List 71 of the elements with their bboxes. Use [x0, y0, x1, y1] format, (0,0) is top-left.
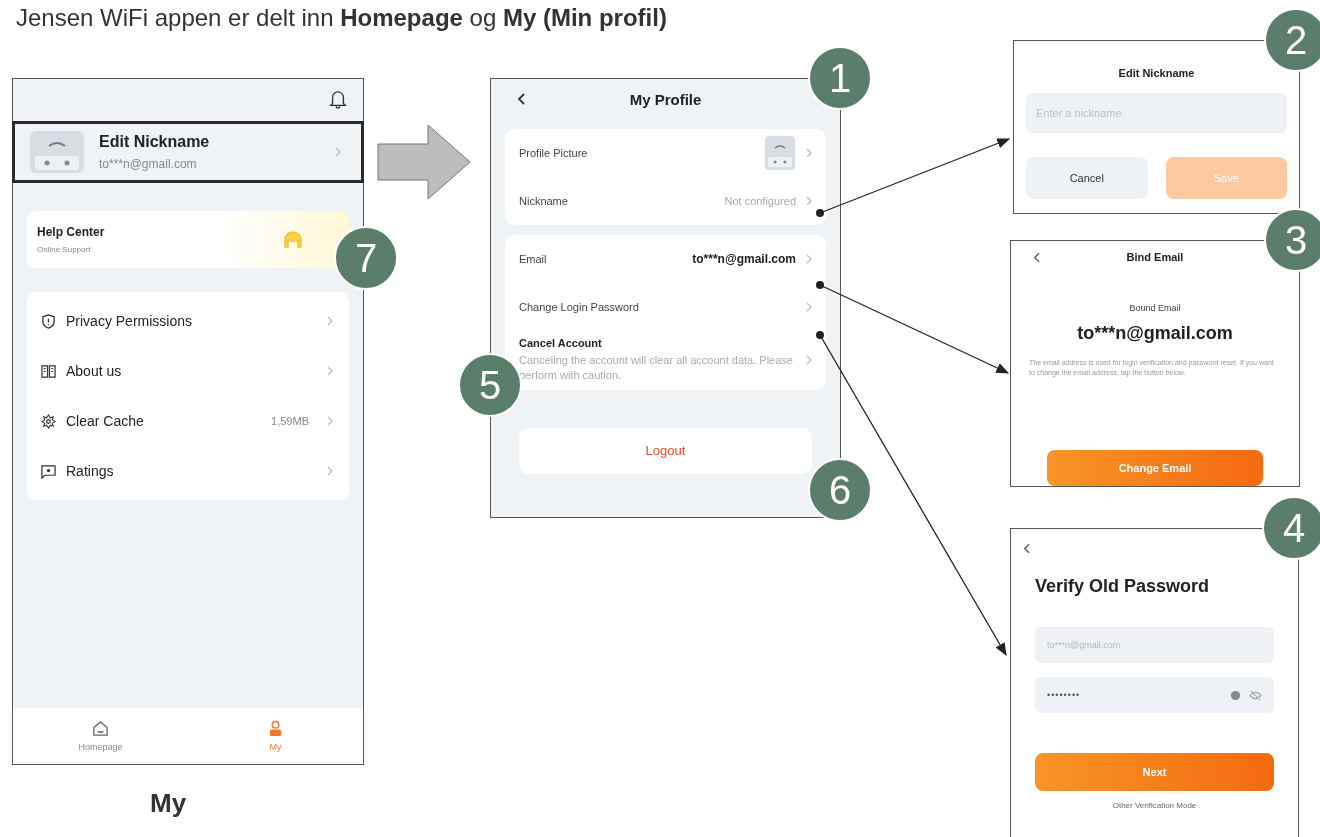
row-label: Nickname: [519, 195, 569, 207]
menu-item-label: Ratings: [66, 463, 115, 479]
menu-item[interactable]: Privacy Permissions: [41, 296, 333, 346]
chevron-icon: [327, 466, 333, 476]
chevron-icon: [327, 366, 333, 376]
heading-text: Jensen WiFi appen er delt inn Homepage og My (Min profil): [16, 4, 667, 33]
tab[interactable]: Homepage: [13, 708, 188, 764]
step-number-badge: 6: [808, 458, 872, 522]
person-icon: [267, 720, 284, 737]
other-verification-link[interactable]: Other Verification Mode: [1035, 801, 1274, 810]
clear-icon[interactable]: [1230, 689, 1241, 701]
row-label: Profile Picture: [519, 147, 589, 159]
email-text: to***n@gmail.com: [99, 157, 198, 171]
step-number-badge: 4: [1262, 496, 1320, 560]
dialog-title: Edit Nickname: [1117, 67, 1196, 79]
row-value: Not configured: [724, 195, 796, 207]
row-note: Canceling the account will clear all account data. Please perform with caution.: [519, 353, 794, 384]
cache-size-text: 1,59MB: [271, 415, 309, 427]
chevron-icon: [806, 148, 812, 158]
gear-icon: [41, 413, 56, 429]
settings-row[interactable]: Profile Picture: [519, 129, 812, 177]
menu-item-label: Privacy Permissions: [66, 313, 194, 329]
arrow-icon: [377, 124, 471, 200]
chevron-icon: [806, 254, 812, 264]
chevron-icon: [335, 147, 341, 157]
chevron-icon: [806, 196, 812, 206]
avatar-icon: [764, 135, 796, 171]
bell-icon[interactable]: [329, 89, 347, 109]
step-number-badge: 3: [1264, 208, 1320, 272]
password-field[interactable]: ••••••••: [1035, 677, 1274, 713]
row-value: to***n@gmail.com: [692, 252, 796, 266]
back-icon[interactable]: [1033, 251, 1040, 263]
menu-item-label: Clear Cache: [66, 413, 145, 429]
chevron-icon: [806, 302, 812, 312]
screen-title: Verify Old Password: [1035, 576, 1211, 597]
chevron-icon: [327, 316, 333, 326]
menu-item[interactable]: Ratings: [41, 446, 333, 496]
nickname-text: Edit Nickname: [99, 133, 211, 151]
chevron-icon: [327, 416, 333, 426]
settings-row[interactable]: Email to***n@gmail.com: [519, 235, 812, 283]
home-icon: [92, 720, 109, 737]
row-label: Cancel Account: [519, 337, 603, 349]
book-icon: [41, 363, 56, 379]
back-icon[interactable]: [517, 93, 525, 105]
step-number-badge: 1: [808, 46, 872, 110]
screen-title: My Profile: [629, 90, 702, 108]
step-number-badge: 7: [334, 226, 398, 290]
chevron-icon: [806, 355, 812, 366]
shield-icon: [41, 313, 56, 329]
cancel-button[interactable]: Cancel: [1026, 157, 1148, 199]
settings-row[interactable]: Nickname Not configured: [519, 177, 812, 225]
screen-caption: My: [150, 788, 187, 819]
back-icon[interactable]: [1023, 543, 1030, 554]
settings-row[interactable]: Change Login Password: [519, 283, 812, 331]
avatar-icon: [29, 130, 85, 174]
logout-button[interactable]: Logout: [519, 427, 812, 474]
menu-item[interactable]: About us: [41, 346, 333, 396]
screen-title: Bind Email: [1126, 251, 1184, 263]
bound-email-text: to***n@gmail.com: [1077, 323, 1233, 344]
help-center-card[interactable]: Help Center Online Support: [27, 211, 349, 268]
row-label: Email: [519, 253, 548, 265]
help-center-title: Help Center: [37, 225, 106, 239]
step-number-badge: 2: [1264, 8, 1320, 72]
help-center-subtitle: Online Support: [37, 245, 92, 254]
bound-email-label: Bound Email: [1129, 303, 1181, 313]
menu-item[interactable]: Clear Cache 1,59MB: [41, 396, 333, 446]
screen-icon: [41, 463, 56, 479]
row-label: Change Login Password: [519, 301, 640, 313]
settings-row[interactable]: Cancel Account Canceling the account will clear all account data. Please perform with caution.: [519, 331, 812, 390]
profile-row[interactable]: Edit Nickname to***n@gmail.com: [12, 121, 364, 183]
menu-item-label: About us: [66, 363, 123, 379]
